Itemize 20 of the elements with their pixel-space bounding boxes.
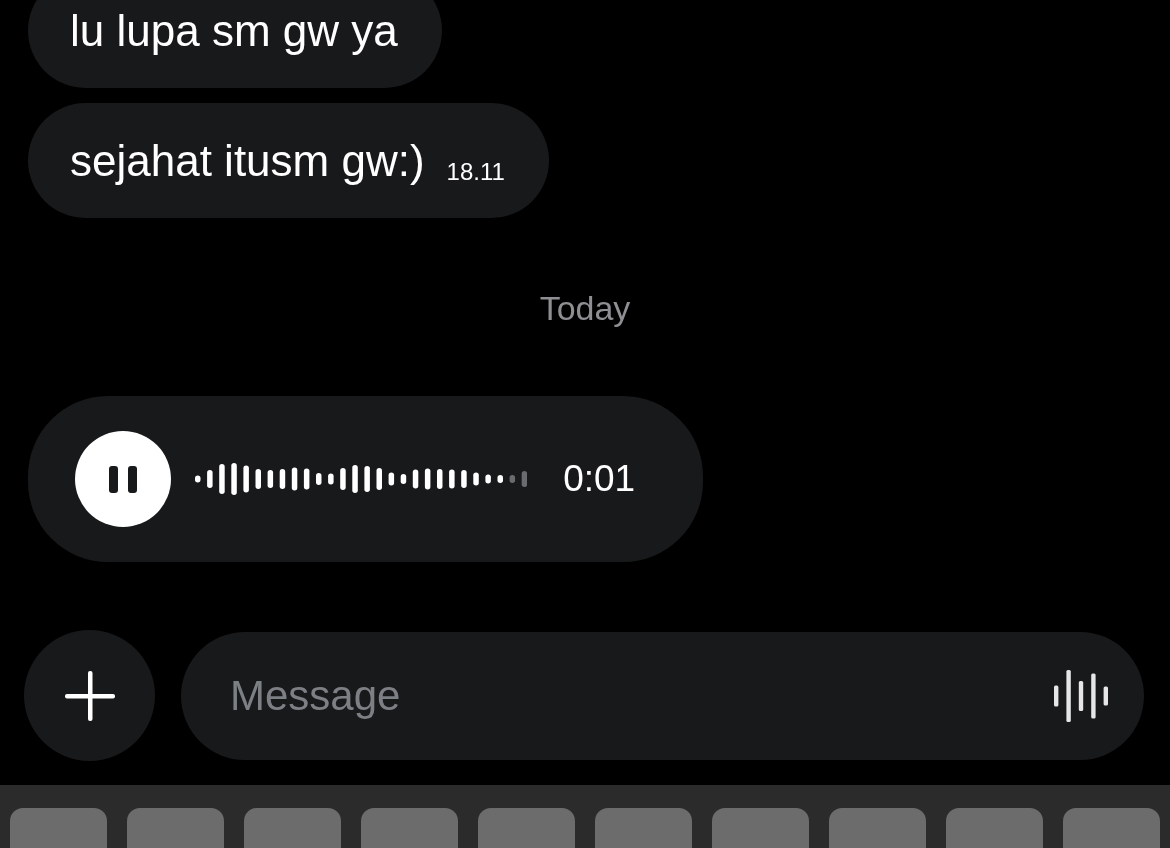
date-separator: Today [539,290,631,326]
keyboard-key[interactable] [361,808,458,848]
message-time: 18.11 [446,157,505,186]
keyboard-key[interactable] [1063,808,1160,848]
keyboard-key[interactable] [946,808,1043,848]
keyboard-key[interactable] [829,808,926,848]
message-field[interactable]: Message [181,631,1144,760]
pause-icon [109,465,137,493]
keyboard-key[interactable] [478,808,575,848]
keyboard-key[interactable] [712,808,809,848]
message-text: sejahat itusm gw:) [70,134,425,187]
keyboard-key[interactable] [10,808,107,848]
keyboard-key[interactable] [595,808,692,848]
plus-icon [64,670,115,721]
keyboard-key[interactable] [244,808,341,848]
message-text: lu lupa sm gw ya [70,4,398,57]
voice-duration: 0:01 [563,457,636,501]
dictation-button[interactable] [1054,669,1108,722]
keyboard-key[interactable] [127,808,224,848]
waveform-icon [1054,669,1108,722]
